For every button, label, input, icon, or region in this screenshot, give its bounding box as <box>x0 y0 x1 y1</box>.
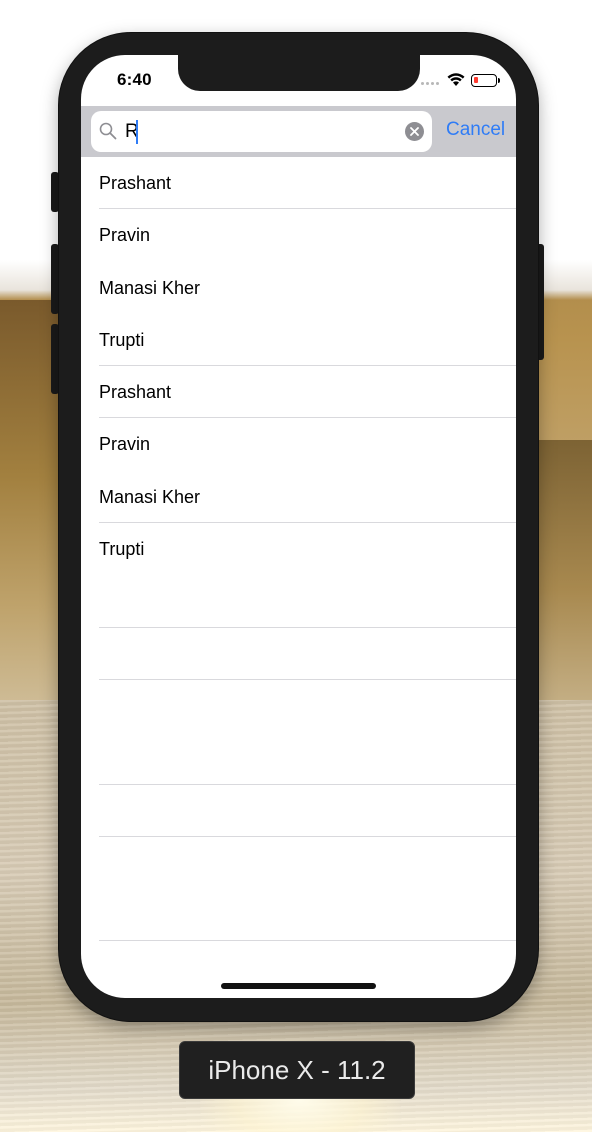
results-list: Prashant Pravin Manasi Kher Trupti Prash… <box>81 157 516 942</box>
list-item-label: Prashant <box>99 382 172 403</box>
list-item[interactable]: Trupti <box>99 314 516 367</box>
search-icon <box>99 122 117 145</box>
text-caret <box>136 120 138 144</box>
list-item-label: Manasi Kher <box>99 277 201 298</box>
empty-row <box>99 837 516 889</box>
list-item-label: Pravin <box>99 434 151 455</box>
list-item-label: Manasi Kher <box>99 486 201 507</box>
list-item[interactable]: Manasi Kher <box>99 471 516 524</box>
cancel-button[interactable]: Cancel <box>446 119 505 141</box>
list-item-label: Trupti <box>99 329 145 350</box>
battery-icon <box>471 74 500 87</box>
list-item-label: Pravin <box>99 225 151 246</box>
search-input[interactable] <box>91 111 432 152</box>
simulator-device-label: iPhone X - 11.2 <box>179 1041 415 1099</box>
empty-row <box>99 889 516 942</box>
list-item-label: Prashant <box>99 173 172 193</box>
list-item-label: Trupti <box>99 539 145 560</box>
list-item[interactable]: Prashant <box>99 157 516 210</box>
empty-row <box>99 575 516 628</box>
volume-up-button <box>51 244 59 314</box>
list-item[interactable]: Pravin <box>99 209 516 261</box>
status-time: 6:40 <box>117 70 152 89</box>
list-item[interactable]: Pravin <box>99 418 516 470</box>
list-item[interactable]: Trupti <box>99 523 516 575</box>
device-notch <box>178 53 420 91</box>
list-item[interactable]: Prashant <box>99 366 516 419</box>
empty-row <box>99 680 516 732</box>
empty-row <box>99 732 516 785</box>
battery-level <box>474 77 478 83</box>
empty-row <box>99 785 516 837</box>
silent-switch <box>51 172 59 212</box>
cellular-signal-icon <box>421 82 439 85</box>
wifi-icon <box>446 72 466 92</box>
home-indicator[interactable] <box>221 983 376 989</box>
volume-down-button <box>51 324 59 394</box>
clear-text-icon[interactable] <box>405 122 424 141</box>
list-item[interactable]: Manasi Kher <box>99 262 516 314</box>
empty-row <box>99 628 516 680</box>
